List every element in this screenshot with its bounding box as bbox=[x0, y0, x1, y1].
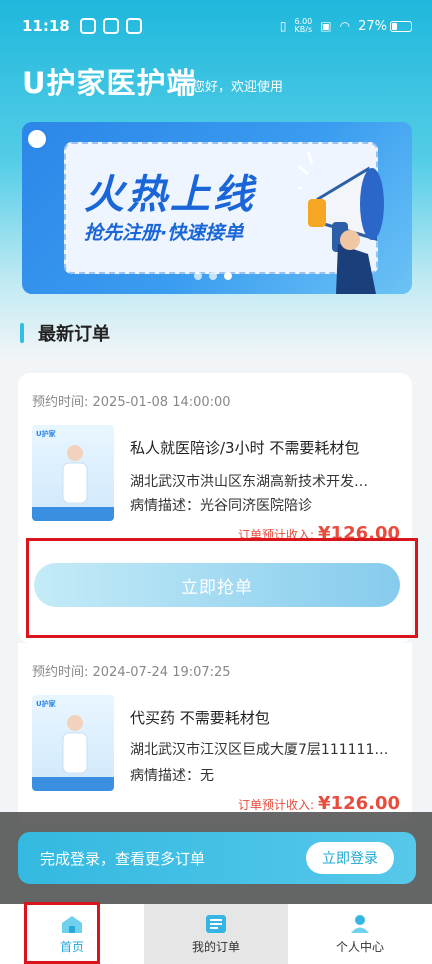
welcome-text: 您好，欢迎使用 bbox=[192, 80, 284, 95]
tab-home[interactable]: 首页 bbox=[0, 904, 144, 964]
tab-my-orders-label: 我的订单 bbox=[191, 939, 240, 954]
banner-headline: 火热上线 bbox=[84, 172, 256, 218]
app-notification-icon bbox=[125, 18, 142, 34]
profile-icon bbox=[351, 914, 369, 933]
tab-profile-label: 个人中心 bbox=[335, 939, 384, 954]
promo-banner[interactable]: 火热上线 抢先注册·快速接单 bbox=[22, 122, 412, 294]
pagination-dot[interactable] bbox=[194, 272, 202, 280]
order-thumbnail: U护家 bbox=[32, 425, 114, 521]
order-income: 订单预计收入: ¥126.00 bbox=[238, 793, 400, 814]
home-icon bbox=[62, 915, 82, 933]
nurse-image bbox=[62, 445, 88, 503]
sim-icon: ▣ bbox=[320, 19, 332, 33]
bottom-tab-bar: 首页 我的订单 个人中心 bbox=[0, 904, 432, 964]
nurse-image bbox=[62, 715, 88, 773]
battery-icon bbox=[390, 20, 412, 32]
pagination-dot-active[interactable] bbox=[224, 272, 232, 280]
income-label: 订单预计收入: bbox=[237, 798, 315, 812]
order-title: 代买药 不需要耗材包 bbox=[130, 709, 270, 727]
orders-icon bbox=[206, 914, 226, 933]
tab-home-label: 首页 bbox=[59, 939, 84, 954]
thumbnail-brand: U护家 bbox=[36, 700, 56, 708]
thumbnail-footer bbox=[32, 507, 114, 521]
section-title: 最新订单 bbox=[38, 324, 110, 345]
megaphone-icon bbox=[298, 151, 384, 294]
wifi-icon: ◠ bbox=[339, 19, 351, 33]
battery-indicator: 27% bbox=[358, 19, 412, 34]
section-header: 最新订单 bbox=[20, 320, 110, 346]
grab-order-button[interactable]: 立即抢单 bbox=[34, 563, 400, 607]
income-label: 订单预计收入: bbox=[237, 528, 315, 542]
order-card[interactable]: 预约时间: 2024-07-24 19:07:25 U护家 代买药 不需要耗材包… bbox=[18, 643, 412, 823]
income-amount: ¥126.00 bbox=[318, 523, 400, 544]
pagination-dot[interactable] bbox=[209, 272, 217, 280]
status-time: 11:18 bbox=[22, 17, 70, 35]
thumbnail-brand: U护家 bbox=[36, 430, 56, 438]
app-title: U护家医护端 bbox=[22, 66, 197, 100]
tab-my-orders[interactable]: 我的订单 bbox=[144, 904, 288, 964]
section-accent-bar bbox=[20, 323, 24, 343]
login-prompt-message: 完成登录，查看更多订单 bbox=[40, 849, 206, 868]
order-description: 病情描述：光谷同济医院陪诊 bbox=[130, 498, 312, 514]
order-thumbnail: U护家 bbox=[32, 695, 114, 791]
tab-profile[interactable]: 个人中心 bbox=[288, 904, 432, 964]
order-time: 预约时间: 2025-01-08 14:00:00 bbox=[32, 395, 231, 410]
order-address: 湖北武汉市江汉区巨成大厦7层111111… bbox=[130, 742, 389, 758]
network-speed: 6.00 KB/s bbox=[294, 17, 313, 34]
banner-pagination bbox=[194, 272, 232, 280]
banner-slogan: 抢先注册·快速接单 bbox=[84, 222, 244, 244]
order-description: 病情描述：无 bbox=[130, 768, 214, 784]
notification-icon bbox=[79, 18, 96, 34]
status-bar: 11:18 ▯ 6.00 KB/s ▣ ◠ 27% bbox=[0, 0, 432, 52]
order-time: 预约时间: 2024-07-24 19:07:25 bbox=[32, 665, 231, 680]
order-card[interactable]: 预约时间: 2025-01-08 14:00:00 U护家 私人就医陪诊/3小时… bbox=[18, 373, 412, 643]
income-amount: ¥126.00 bbox=[318, 793, 400, 814]
tiktok-icon bbox=[102, 18, 119, 34]
logo-badge-icon bbox=[26, 128, 48, 150]
order-income: 订单预计收入: ¥126.00 bbox=[238, 523, 400, 544]
thumbnail-footer bbox=[32, 777, 114, 791]
vibrate-icon: ▯ bbox=[279, 19, 287, 33]
login-button[interactable]: 立即登录 bbox=[306, 842, 394, 874]
order-title: 私人就医陪诊/3小时 不需要耗材包 bbox=[130, 439, 360, 457]
login-prompt-bar: 完成登录，查看更多订单 立即登录 bbox=[18, 832, 416, 884]
order-address: 湖北武汉市洪山区东湖高新技术开发… bbox=[130, 474, 368, 490]
